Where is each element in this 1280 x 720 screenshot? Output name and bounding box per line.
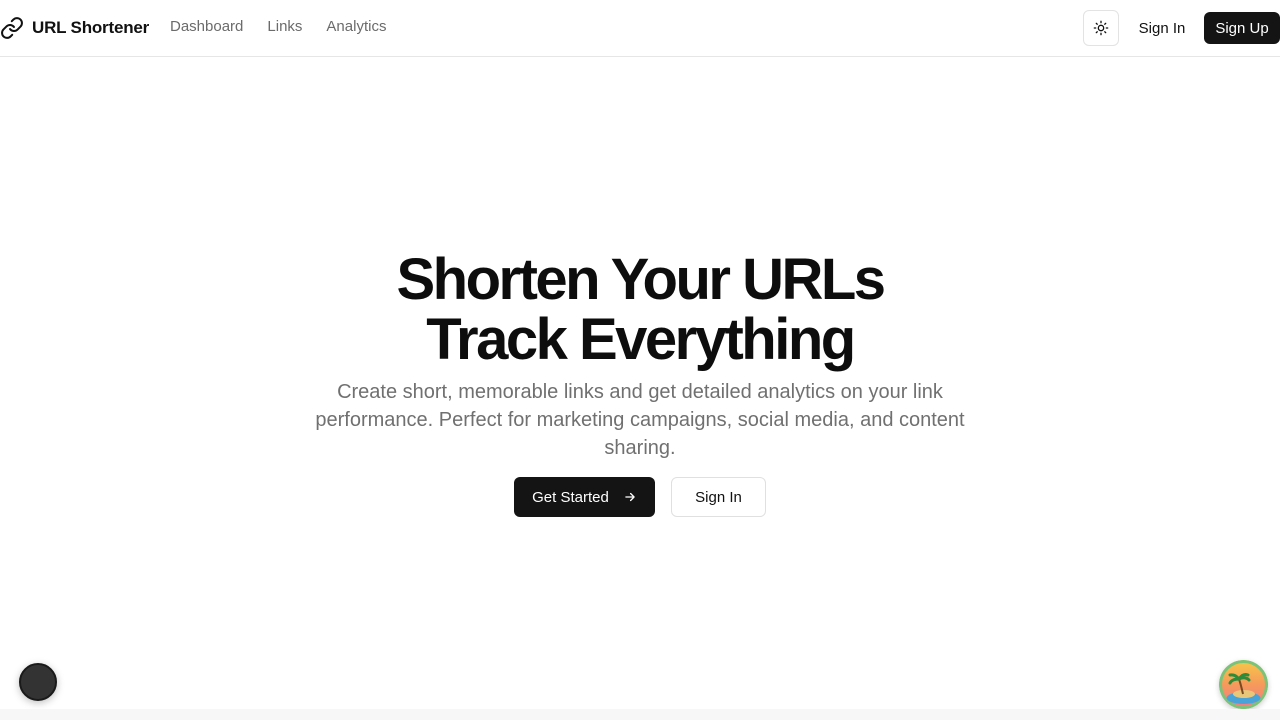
floating-assistant-avatar[interactable]	[1219, 660, 1268, 709]
island-icon	[1219, 660, 1268, 709]
hero-title: Shorten Your URLs Track Everything	[0, 250, 1280, 370]
get-started-button[interactable]: Get Started	[514, 477, 655, 517]
get-started-label: Get Started	[532, 488, 609, 506]
brand-name: URL Shortener	[32, 18, 150, 37]
theme-toggle-button[interactable]	[1083, 10, 1119, 46]
sun-icon	[1093, 20, 1109, 36]
link-icon	[0, 16, 24, 40]
header-sign-in-button[interactable]: Sign In	[1131, 12, 1193, 44]
floating-dev-tools-button[interactable]	[19, 663, 57, 701]
main-nav: Dashboard Links Analytics	[170, 18, 386, 35]
arrow-right-icon	[623, 490, 637, 504]
hero-title-line-2: Track Everything	[426, 307, 856, 372]
nav-analytics[interactable]: Analytics	[326, 18, 386, 35]
nav-dashboard[interactable]: Dashboard	[170, 18, 243, 35]
brand[interactable]: URL Shortener	[0, 15, 149, 41]
header-sign-up-button[interactable]: Sign Up	[1204, 12, 1280, 44]
hero-title-line-1: Shorten Your URLs	[396, 247, 886, 312]
nav-links[interactable]: Links	[267, 18, 302, 35]
top-header: URL Shortener Dashboard Links Analytics …	[0, 0, 1280, 57]
hero-subtitle: Create short, memorable links and get de…	[315, 381, 965, 459]
bottom-edge	[0, 709, 1280, 720]
hero-sign-in-button[interactable]: Sign In	[671, 477, 766, 517]
